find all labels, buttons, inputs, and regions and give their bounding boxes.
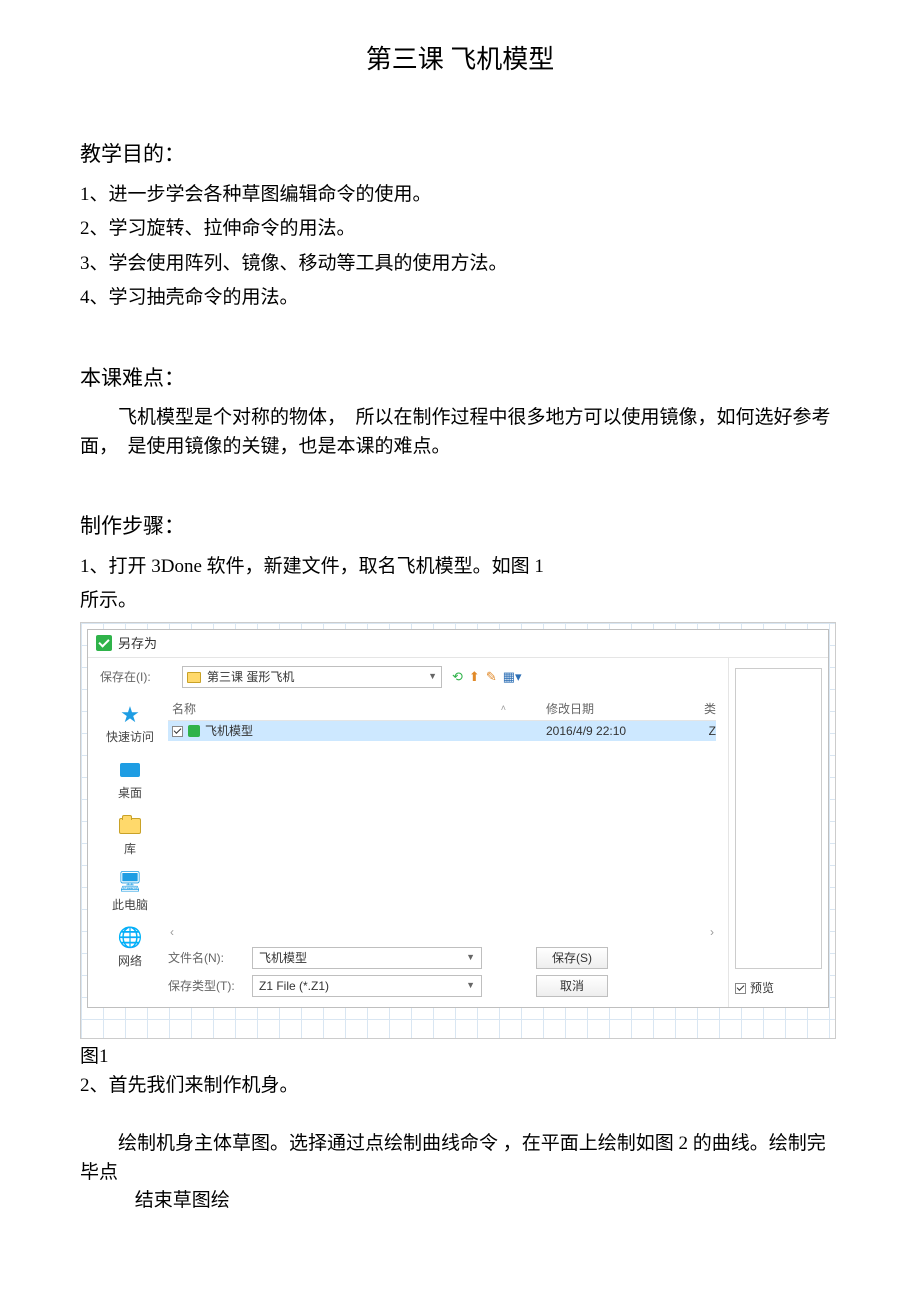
step-2: 2、首先我们来制作机身。 — [80, 1072, 840, 1101]
step-1-line-a: 1、打开 3Done 软件，新建文件，取名飞机模型。如图 1 — [80, 553, 840, 582]
preview-label: 预览 — [750, 979, 774, 997]
goal-item: 3、学会使用阵列、镜像、移动等工具的使用方法。 — [80, 250, 840, 279]
place-network[interactable]: 🌐 网络 — [116, 926, 144, 970]
chevron-down-icon: ▼ — [466, 951, 475, 965]
place-label: 快速访问 — [106, 728, 154, 746]
place-libraries[interactable]: 库 — [116, 814, 144, 858]
save-in-label: 保存在(I): — [100, 668, 172, 686]
place-label: 网络 — [118, 952, 142, 970]
globe-icon: 🌐 — [116, 926, 144, 950]
place-label: 此电脑 — [112, 896, 148, 914]
dialog-titlebar: 另存为 — [88, 630, 828, 659]
column-date[interactable]: 修改日期 — [546, 700, 696, 718]
file-name: 飞机模型 — [205, 722, 253, 740]
up-icon[interactable]: ⬆ — [469, 667, 480, 687]
filename-label: 文件名(N): — [168, 949, 238, 967]
file-list[interactable]: 飞机模型 2016/4/9 22:10 Z ‹ › — [168, 721, 716, 941]
column-name[interactable]: 名称 ˄ — [168, 700, 546, 718]
goals-heading: 教学目的： — [80, 139, 840, 171]
file-list-header: 名称 ˄ 修改日期 类 — [168, 698, 716, 721]
preview-box — [735, 668, 822, 969]
page-title: 第三课 飞机模型 — [80, 40, 840, 79]
views-icon[interactable]: ▦▾ — [503, 667, 522, 687]
difficulty-heading: 本课难点： — [80, 363, 840, 395]
places-sidebar: ★ 快速访问 桌面 库 — [100, 698, 160, 997]
folder-icon — [187, 672, 201, 683]
place-this-pc[interactable]: 🖥 此电脑 — [112, 870, 148, 914]
goal-item: 1、进一步学会各种草图编辑命令的使用。 — [80, 181, 840, 210]
figure-1-screenshot: 另存为 保存在(I): 第三课 蛋形飞机 ▼ ⟲ ⬆ ✎ — [80, 622, 836, 1040]
figure-1-label: 图1 — [80, 1043, 840, 1072]
checkbox-icon[interactable] — [172, 726, 183, 737]
file-type-abbrev: Z — [696, 722, 716, 740]
filetype-label: 保存类型(T): — [168, 977, 238, 995]
goal-item: 2、学习旋转、拉伸命令的用法。 — [80, 215, 840, 244]
save-in-value: 第三课 蛋形飞机 — [207, 668, 294, 686]
difficulty-body: 飞机模型是个对称的物体， 所以在制作过程中很多地方可以使用镜像，如何选好参考面，… — [80, 404, 840, 461]
chevron-down-icon: ▼ — [428, 670, 437, 684]
column-type[interactable]: 类 — [696, 700, 716, 718]
goal-item: 4、学习抽壳命令的用法。 — [80, 284, 840, 313]
star-icon: ★ — [116, 702, 144, 726]
scroll-left-icon[interactable]: ‹ — [170, 923, 174, 941]
preview-panel: 预览 — [728, 658, 828, 1007]
preview-toggle[interactable]: 预览 — [735, 979, 822, 997]
filename-input[interactable]: 飞机模型 ▼ — [252, 947, 482, 969]
monitor-icon: 🖥 — [116, 870, 144, 894]
save-in-combo[interactable]: 第三课 蛋形飞机 ▼ — [182, 666, 442, 688]
filetype-select[interactable]: Z1 File (*.Z1) ▼ — [252, 975, 482, 997]
file-type-icon — [187, 724, 201, 738]
file-date: 2016/4/9 22:10 — [546, 722, 696, 740]
cancel-button[interactable]: 取消 — [536, 975, 608, 997]
place-label: 桌面 — [118, 784, 142, 802]
place-quick-access[interactable]: ★ 快速访问 — [106, 702, 154, 746]
file-row[interactable]: 飞机模型 2016/4/9 22:10 Z — [168, 721, 716, 741]
place-label: 库 — [124, 840, 136, 858]
step-1-line-b: 所示。 — [80, 587, 840, 616]
place-desktop[interactable]: 桌面 — [116, 758, 144, 802]
folder-icon — [119, 818, 141, 834]
toolbar-icons: ⟲ ⬆ ✎ ▦▾ — [452, 667, 522, 687]
steps-heading: 制作步骤： — [80, 511, 840, 543]
save-as-dialog: 另存为 保存在(I): 第三课 蛋形飞机 ▼ ⟲ ⬆ ✎ — [87, 629, 829, 1009]
back-icon[interactable]: ⟲ — [452, 667, 463, 687]
dialog-title-text: 另存为 — [118, 634, 157, 654]
sort-indicator-icon: ˄ — [501, 702, 506, 716]
desktop-icon — [120, 763, 140, 777]
step-2-body: 绘制机身主体草图。选择通过点绘制曲线命令 ，在平面上绘制如图 2 的曲线。绘制完… — [80, 1130, 840, 1216]
chevron-down-icon: ▼ — [466, 979, 475, 993]
horizontal-scroll-hint: ‹ › — [168, 923, 716, 941]
checkbox-icon — [735, 983, 746, 994]
app-icon — [96, 635, 112, 651]
new-folder-icon[interactable]: ✎ — [486, 667, 497, 687]
save-button[interactable]: 保存(S) — [536, 947, 608, 969]
scroll-right-icon[interactable]: › — [710, 923, 714, 941]
